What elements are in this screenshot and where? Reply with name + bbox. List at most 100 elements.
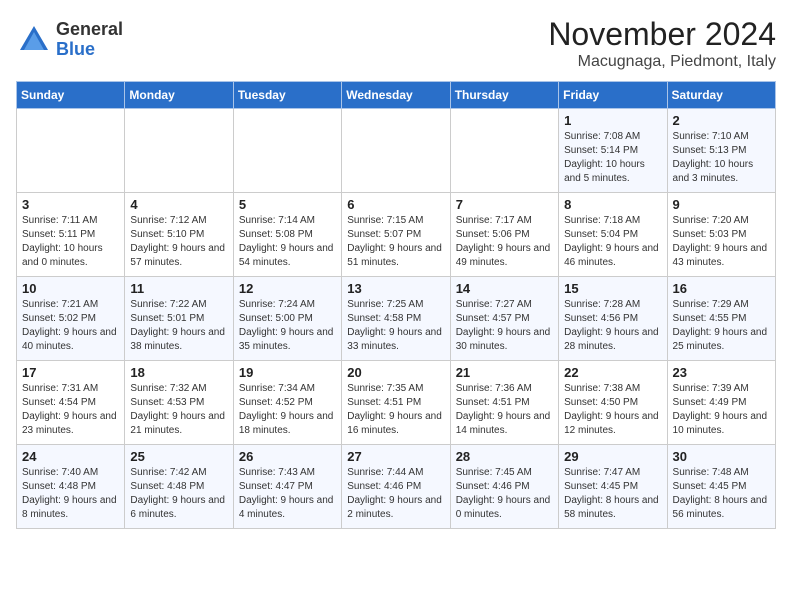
day-number: 2 bbox=[673, 113, 770, 128]
day-number: 23 bbox=[673, 365, 770, 380]
day-number: 11 bbox=[130, 281, 227, 296]
day-number: 9 bbox=[673, 197, 770, 212]
header-friday: Friday bbox=[559, 82, 667, 109]
day-info: Sunrise: 7:31 AM Sunset: 4:54 PM Dayligh… bbox=[22, 382, 119, 438]
calendar-cell: 3 Sunrise: 7:11 AM Sunset: 5:11 PM Daylig… bbox=[17, 193, 125, 277]
calendar-cell: 1Sunrise: 7:08 AM Sunset: 5:14 PM Daylig… bbox=[559, 109, 667, 193]
calendar-cell: 2 Sunrise: 7:10 AM Sunset: 5:13 PM Daylig… bbox=[667, 109, 775, 193]
header-thursday: Thursday bbox=[450, 82, 558, 109]
calendar-cell: 25Sunrise: 7:42 AM Sunset: 4:48 PM Dayli… bbox=[125, 445, 233, 529]
calendar-cell: 15 Sunrise: 7:28 AM Sunset: 4:56 PM Dayli… bbox=[559, 277, 667, 361]
day-number: 15 bbox=[564, 281, 661, 296]
calendar-cell: 27 Sunrise: 7:44 AM Sunset: 4:46 PM Dayli… bbox=[342, 445, 450, 529]
calendar-cell: 8 Sunrise: 7:18 AM Sunset: 5:04 PM Daylig… bbox=[559, 193, 667, 277]
calendar-cell: 4 Sunrise: 7:12 AM Sunset: 5:10 PM Daylig… bbox=[125, 193, 233, 277]
header-tuesday: Tuesday bbox=[233, 82, 341, 109]
calendar-cell: 17Sunrise: 7:31 AM Sunset: 4:54 PM Dayli… bbox=[17, 361, 125, 445]
logo-blue: Blue bbox=[56, 40, 123, 60]
day-number: 3 bbox=[22, 197, 119, 212]
day-number: 25 bbox=[130, 449, 227, 464]
day-number: 6 bbox=[347, 197, 444, 212]
day-info: Sunrise: 7:39 AM Sunset: 4:49 PM Dayligh… bbox=[673, 382, 770, 438]
day-info: Sunrise: 7:47 AM Sunset: 4:45 PM Dayligh… bbox=[564, 466, 661, 522]
day-info: Sunrise: 7:36 AM Sunset: 4:51 PM Dayligh… bbox=[456, 382, 553, 438]
calendar-cell: 28 Sunrise: 7:45 AM Sunset: 4:46 PM Dayli… bbox=[450, 445, 558, 529]
day-info: Sunrise: 7:18 AM Sunset: 5:04 PM Dayligh… bbox=[564, 214, 661, 270]
month-title: November 2024 bbox=[548, 16, 776, 53]
day-number: 10 bbox=[22, 281, 119, 296]
day-number: 27 bbox=[347, 449, 444, 464]
calendar-cell: 23 Sunrise: 7:39 AM Sunset: 4:49 PM Dayli… bbox=[667, 361, 775, 445]
day-info: Sunrise: 7:34 AM Sunset: 4:52 PM Dayligh… bbox=[239, 382, 336, 438]
calendar-cell bbox=[17, 109, 125, 193]
calendar-body: 1Sunrise: 7:08 AM Sunset: 5:14 PM Daylig… bbox=[17, 109, 776, 529]
logo-general: General bbox=[56, 20, 123, 40]
day-number: 1 bbox=[564, 113, 661, 128]
day-info: Sunrise: 7:11 AM Sunset: 5:11 PM Dayligh… bbox=[22, 214, 119, 270]
day-number: 26 bbox=[239, 449, 336, 464]
calendar-cell: 24Sunrise: 7:40 AM Sunset: 4:48 PM Dayli… bbox=[17, 445, 125, 529]
calendar-cell: 12Sunrise: 7:24 AM Sunset: 5:00 PM Dayli… bbox=[233, 277, 341, 361]
day-info: Sunrise: 7:38 AM Sunset: 4:50 PM Dayligh… bbox=[564, 382, 661, 438]
page-header: General Blue November 2024 Macugnaga, Pi… bbox=[16, 16, 776, 71]
day-number: 12 bbox=[239, 281, 336, 296]
calendar-week-1: 1Sunrise: 7:08 AM Sunset: 5:14 PM Daylig… bbox=[17, 109, 776, 193]
day-info: Sunrise: 7:14 AM Sunset: 5:08 PM Dayligh… bbox=[239, 214, 336, 270]
calendar-cell: 26 Sunrise: 7:43 AM Sunset: 4:47 PM Dayli… bbox=[233, 445, 341, 529]
header-monday: Monday bbox=[125, 82, 233, 109]
calendar-cell bbox=[342, 109, 450, 193]
day-info: Sunrise: 7:12 AM Sunset: 5:10 PM Dayligh… bbox=[130, 214, 227, 270]
calendar-table: Sunday Monday Tuesday Wednesday Thursday… bbox=[16, 81, 776, 529]
day-number: 22 bbox=[564, 365, 661, 380]
day-info: Sunrise: 7:22 AM Sunset: 5:01 PM Dayligh… bbox=[130, 298, 227, 354]
calendar-cell: 20Sunrise: 7:35 AM Sunset: 4:51 PM Dayli… bbox=[342, 361, 450, 445]
calendar-week-2: 3 Sunrise: 7:11 AM Sunset: 5:11 PM Daylig… bbox=[17, 193, 776, 277]
logo-icon bbox=[16, 22, 52, 58]
day-number: 5 bbox=[239, 197, 336, 212]
day-info: Sunrise: 7:17 AM Sunset: 5:06 PM Dayligh… bbox=[456, 214, 553, 270]
header-wednesday: Wednesday bbox=[342, 82, 450, 109]
day-info: Sunrise: 7:20 AM Sunset: 5:03 PM Dayligh… bbox=[673, 214, 770, 270]
calendar-cell: 5 Sunrise: 7:14 AM Sunset: 5:08 PM Daylig… bbox=[233, 193, 341, 277]
calendar-cell: 29 Sunrise: 7:47 AM Sunset: 4:45 PM Dayli… bbox=[559, 445, 667, 529]
day-info: Sunrise: 7:32 AM Sunset: 4:53 PM Dayligh… bbox=[130, 382, 227, 438]
title-block: November 2024 Macugnaga, Piedmont, Italy bbox=[548, 16, 776, 71]
day-number: 8 bbox=[564, 197, 661, 212]
calendar-cell: 10 Sunrise: 7:21 AM Sunset: 5:02 PM Dayli… bbox=[17, 277, 125, 361]
day-info: Sunrise: 7:45 AM Sunset: 4:46 PM Dayligh… bbox=[456, 466, 553, 522]
day-number: 13 bbox=[347, 281, 444, 296]
day-info: Sunrise: 7:28 AM Sunset: 4:56 PM Dayligh… bbox=[564, 298, 661, 354]
day-info: Sunrise: 7:40 AM Sunset: 4:48 PM Dayligh… bbox=[22, 466, 119, 522]
day-info: Sunrise: 7:27 AM Sunset: 4:57 PM Dayligh… bbox=[456, 298, 553, 354]
day-info: Sunrise: 7:48 AM Sunset: 4:45 PM Dayligh… bbox=[673, 466, 770, 522]
day-number: 7 bbox=[456, 197, 553, 212]
calendar-cell: 16Sunrise: 7:29 AM Sunset: 4:55 PM Dayli… bbox=[667, 277, 775, 361]
calendar-cell: 14Sunrise: 7:27 AM Sunset: 4:57 PM Dayli… bbox=[450, 277, 558, 361]
logo: General Blue bbox=[16, 20, 123, 60]
day-number: 18 bbox=[130, 365, 227, 380]
calendar-cell: 21Sunrise: 7:36 AM Sunset: 4:51 PM Dayli… bbox=[450, 361, 558, 445]
day-info: Sunrise: 7:15 AM Sunset: 5:07 PM Dayligh… bbox=[347, 214, 444, 270]
day-number: 29 bbox=[564, 449, 661, 464]
header-row: Sunday Monday Tuesday Wednesday Thursday… bbox=[17, 82, 776, 109]
day-number: 4 bbox=[130, 197, 227, 212]
calendar-cell: 30Sunrise: 7:48 AM Sunset: 4:45 PM Dayli… bbox=[667, 445, 775, 529]
calendar-header: Sunday Monday Tuesday Wednesday Thursday… bbox=[17, 82, 776, 109]
header-saturday: Saturday bbox=[667, 82, 775, 109]
calendar-cell: 6 Sunrise: 7:15 AM Sunset: 5:07 PM Daylig… bbox=[342, 193, 450, 277]
header-sunday: Sunday bbox=[17, 82, 125, 109]
calendar-cell: 19Sunrise: 7:34 AM Sunset: 4:52 PM Dayli… bbox=[233, 361, 341, 445]
calendar-cell: 13Sunrise: 7:25 AM Sunset: 4:58 PM Dayli… bbox=[342, 277, 450, 361]
calendar-cell: 18 Sunrise: 7:32 AM Sunset: 4:53 PM Dayli… bbox=[125, 361, 233, 445]
day-info: Sunrise: 7:44 AM Sunset: 4:46 PM Dayligh… bbox=[347, 466, 444, 522]
calendar-cell: 7 Sunrise: 7:17 AM Sunset: 5:06 PM Daylig… bbox=[450, 193, 558, 277]
day-info: Sunrise: 7:21 AM Sunset: 5:02 PM Dayligh… bbox=[22, 298, 119, 354]
calendar-cell: 22 Sunrise: 7:38 AM Sunset: 4:50 PM Dayli… bbox=[559, 361, 667, 445]
day-info: Sunrise: 7:10 AM Sunset: 5:13 PM Dayligh… bbox=[673, 130, 770, 186]
calendar-week-4: 17Sunrise: 7:31 AM Sunset: 4:54 PM Dayli… bbox=[17, 361, 776, 445]
location: Macugnaga, Piedmont, Italy bbox=[548, 53, 776, 71]
day-info: Sunrise: 7:29 AM Sunset: 4:55 PM Dayligh… bbox=[673, 298, 770, 354]
day-number: 28 bbox=[456, 449, 553, 464]
day-info: Sunrise: 7:35 AM Sunset: 4:51 PM Dayligh… bbox=[347, 382, 444, 438]
day-info: Sunrise: 7:43 AM Sunset: 4:47 PM Dayligh… bbox=[239, 466, 336, 522]
